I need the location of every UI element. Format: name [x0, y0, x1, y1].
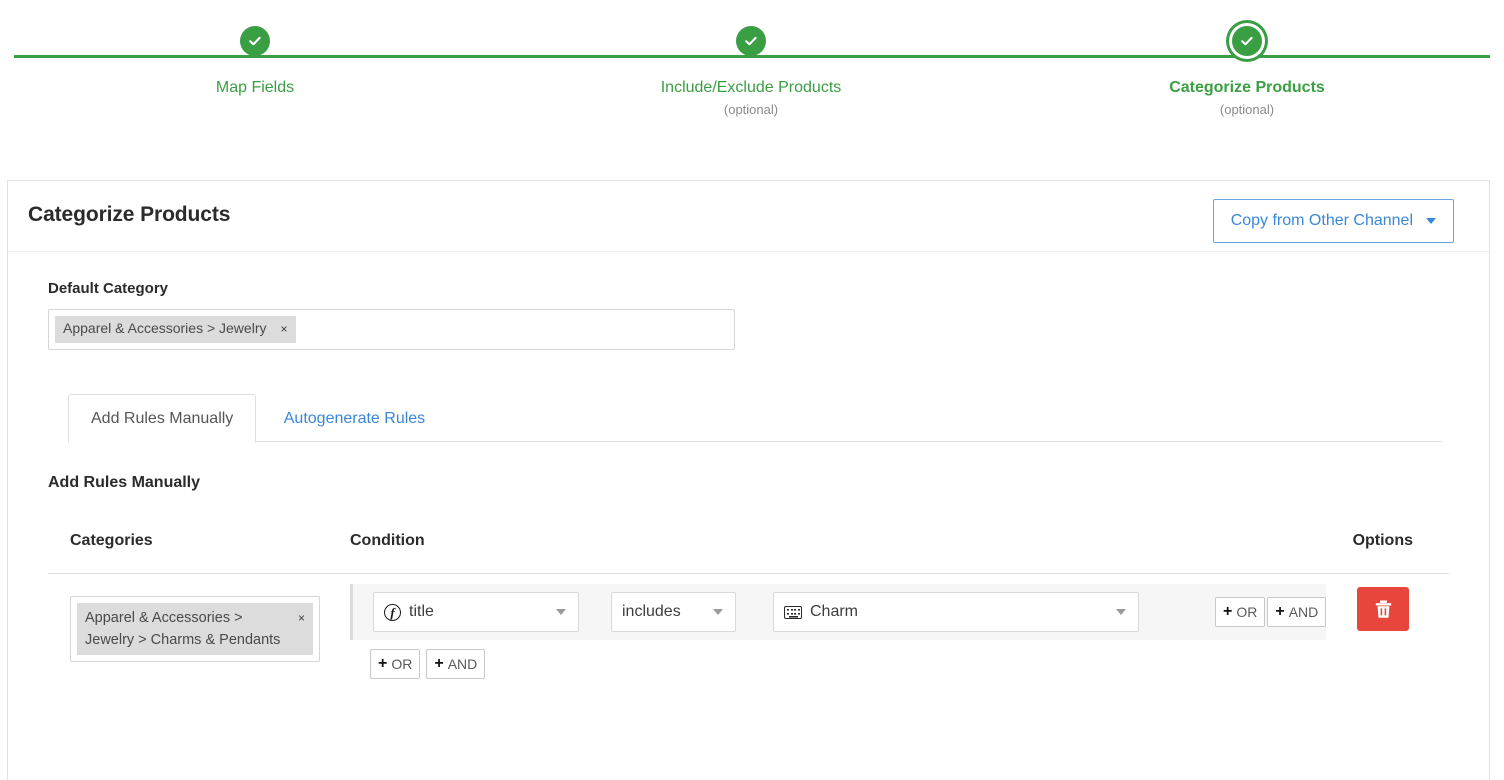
check-circle-icon	[1232, 26, 1262, 56]
column-header-options: Options	[1352, 532, 1413, 549]
card-header: Categorize Products Copy from Other Chan…	[8, 181, 1489, 252]
condition-field-select[interactable]: f title	[373, 592, 579, 632]
condition-field-value: title	[409, 603, 434, 620]
card-body: Default Category Apparel & Accessories >…	[8, 280, 1489, 704]
copy-from-other-channel-button[interactable]: Copy from Other Channel	[1212, 199, 1454, 243]
condition-operator-select[interactable]: includes	[611, 592, 736, 632]
rule-category-input[interactable]: Apparel & Accessories > Jewelry > Charms…	[70, 596, 320, 662]
condition-inline-logic-buttons: + OR + AND	[1215, 597, 1327, 627]
add-and-condition-button[interactable]: + AND	[1267, 597, 1327, 627]
rules-section-title: Add Rules Manually	[48, 474, 201, 491]
stepper-step-2-label: Include/Exclude Products	[660, 79, 842, 96]
check-circle-icon	[240, 26, 270, 56]
add-or-condition-label: OR	[1236, 604, 1258, 620]
table-row: Apparel & Accessories > Jewelry > Charms…	[48, 574, 1449, 704]
add-or-group-button[interactable]: + OR	[370, 649, 421, 679]
rule-group-logic-buttons: + OR + AND	[370, 649, 486, 679]
rule-condition-group: f title includes Charm + OR + AND	[350, 584, 1327, 640]
default-category-input[interactable]: Apparel & Accessories > Jewelry ×	[48, 309, 735, 350]
default-category-label: Default Category	[48, 280, 169, 297]
stepper-step-map-fields[interactable]: Map Fields	[105, 0, 405, 101]
stepper-step-2-optional: (optional)	[723, 102, 779, 117]
plus-icon: +	[1275, 603, 1285, 620]
trash-icon	[1375, 600, 1391, 618]
plus-icon: +	[1223, 603, 1233, 620]
stepper-step-3-label: Categorize Products	[1169, 79, 1325, 96]
tab-add-rules-manually[interactable]: Add Rules Manually	[68, 394, 257, 443]
stepper-step-2-marker	[601, 0, 901, 70]
add-and-condition-label: AND	[1288, 604, 1319, 620]
page-title: Categorize Products	[28, 203, 231, 226]
column-header-condition: Condition	[350, 532, 425, 549]
delete-rule-button[interactable]	[1357, 587, 1409, 631]
condition-value-select[interactable]: Charm	[773, 592, 1139, 632]
copy-from-other-channel-label: Copy from Other Channel	[1230, 212, 1413, 229]
check-circle-icon	[736, 26, 766, 56]
rule-category-token-label: Apparel & Accessories > Jewelry > Charms…	[85, 610, 281, 648]
function-icon: f	[384, 603, 401, 621]
stepper-step-1-marker	[105, 0, 405, 70]
stepper-step-categorize-products[interactable]: Categorize Products (optional)	[1097, 0, 1397, 119]
chevron-down-icon	[713, 609, 723, 615]
stepper-step-1-label: Map Fields	[215, 79, 295, 96]
add-and-group-label: AND	[447, 656, 478, 672]
plus-icon: +	[378, 655, 388, 672]
stepper-step-include-exclude-products[interactable]: Include/Exclude Products (optional)	[601, 0, 901, 119]
default-category-token: Apparel & Accessories > Jewelry ×	[55, 316, 296, 343]
rule-category-token: Apparel & Accessories > Jewelry > Charms…	[77, 603, 313, 655]
categorize-products-card: Categorize Products Copy from Other Chan…	[7, 180, 1490, 780]
add-and-group-button[interactable]: + AND	[426, 649, 486, 679]
default-category-token-label: Apparel & Accessories > Jewelry	[63, 320, 267, 336]
chevron-down-icon	[1116, 609, 1126, 615]
stepper-step-3-optional: (optional)	[1219, 102, 1275, 117]
close-icon[interactable]: ×	[280, 321, 287, 338]
progress-stepper: Map Fields Include/Exclude Products (opt…	[0, 0, 1504, 150]
rules-table-header: Categories Condition Options	[48, 532, 1449, 574]
add-or-group-label: OR	[391, 656, 413, 672]
column-header-categories: Categories	[70, 532, 153, 549]
add-or-condition-button[interactable]: + OR	[1215, 597, 1266, 627]
plus-icon: +	[434, 655, 444, 672]
close-icon[interactable]: ×	[298, 607, 305, 629]
stepper-step-3-marker	[1097, 0, 1397, 70]
chevron-down-icon	[1426, 218, 1436, 224]
chevron-down-icon	[556, 609, 566, 615]
rules-table: Categories Condition Options Apparel & A…	[48, 532, 1449, 704]
tab-autogenerate-rules[interactable]: Autogenerate Rules	[261, 394, 448, 443]
condition-value-text: Charm	[810, 603, 859, 620]
keyboard-icon	[784, 605, 802, 619]
condition-operator-value: includes	[622, 603, 681, 620]
rules-tabs: Add Rules Manually Autogenerate Rules	[48, 394, 1449, 443]
